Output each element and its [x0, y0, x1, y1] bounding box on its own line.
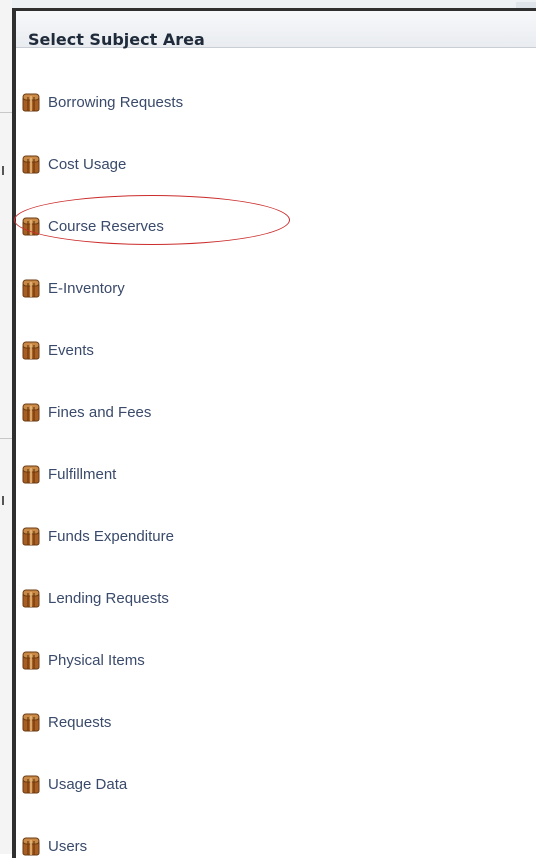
subject-area-item[interactable]: Cost Usage	[20, 152, 126, 176]
subject-area-label: Lending Requests	[48, 589, 169, 607]
dialog-title: Select Subject Area	[28, 30, 205, 49]
subject-area-label: Course Reserves	[48, 217, 164, 235]
subject-area-label: Borrowing Requests	[48, 93, 184, 111]
subject-area-label: Physical Items	[48, 651, 145, 669]
background-text-fragment	[2, 496, 4, 505]
subject-cube-icon	[20, 773, 42, 795]
subject-cube-icon	[20, 463, 42, 485]
subject-cube-icon	[20, 215, 42, 237]
subject-cube-icon	[20, 587, 42, 609]
subject-area-label: Events	[48, 341, 94, 359]
subject-area-item[interactable]: Physical Items	[20, 648, 145, 672]
background-divider	[0, 112, 12, 113]
subject-cube-icon	[20, 649, 42, 671]
subject-cube-icon	[20, 711, 42, 733]
subject-area-item[interactable]: Events	[20, 338, 94, 362]
subject-area-item[interactable]: Fulfillment	[20, 462, 116, 486]
subject-area-item[interactable]: Users	[20, 834, 87, 858]
subject-area-label: Fulfillment	[48, 465, 117, 483]
subject-cube-icon	[20, 91, 42, 113]
subject-area-label: Requests	[48, 713, 112, 731]
subject-cube-icon	[20, 277, 42, 299]
background-app-edge	[0, 0, 12, 854]
subject-area-label: Cost Usage	[48, 155, 127, 173]
background-divider	[0, 438, 12, 439]
subject-area-label: Funds Expenditure	[48, 527, 174, 545]
subject-area-item[interactable]: Requests	[20, 710, 111, 734]
background-text-fragment	[2, 166, 4, 175]
subject-area-label: Users	[48, 837, 88, 855]
subject-area-label: Fines and Fees	[48, 403, 152, 421]
subject-area-item[interactable]: Funds Expenditure	[20, 524, 174, 548]
subject-cube-icon	[20, 525, 42, 547]
subject-cube-icon	[20, 339, 42, 361]
subject-area-item[interactable]: Lending Requests	[20, 586, 169, 610]
subject-area-item[interactable]: E-Inventory	[20, 276, 125, 300]
subject-area-item[interactable]: Fines and Fees	[20, 400, 151, 424]
dialog-header: Select Subject Area	[16, 11, 536, 49]
subject-cube-icon	[20, 401, 42, 423]
subject-area-label: E-Inventory	[48, 279, 125, 297]
subject-cube-icon	[20, 153, 42, 175]
subject-area-item[interactable]: Usage Data	[20, 772, 127, 796]
subject-area-item[interactable]: Borrowing Requests	[20, 90, 183, 114]
subject-area-item[interactable]: Course Reserves	[20, 214, 164, 238]
subject-area-label: Usage Data	[48, 775, 128, 793]
